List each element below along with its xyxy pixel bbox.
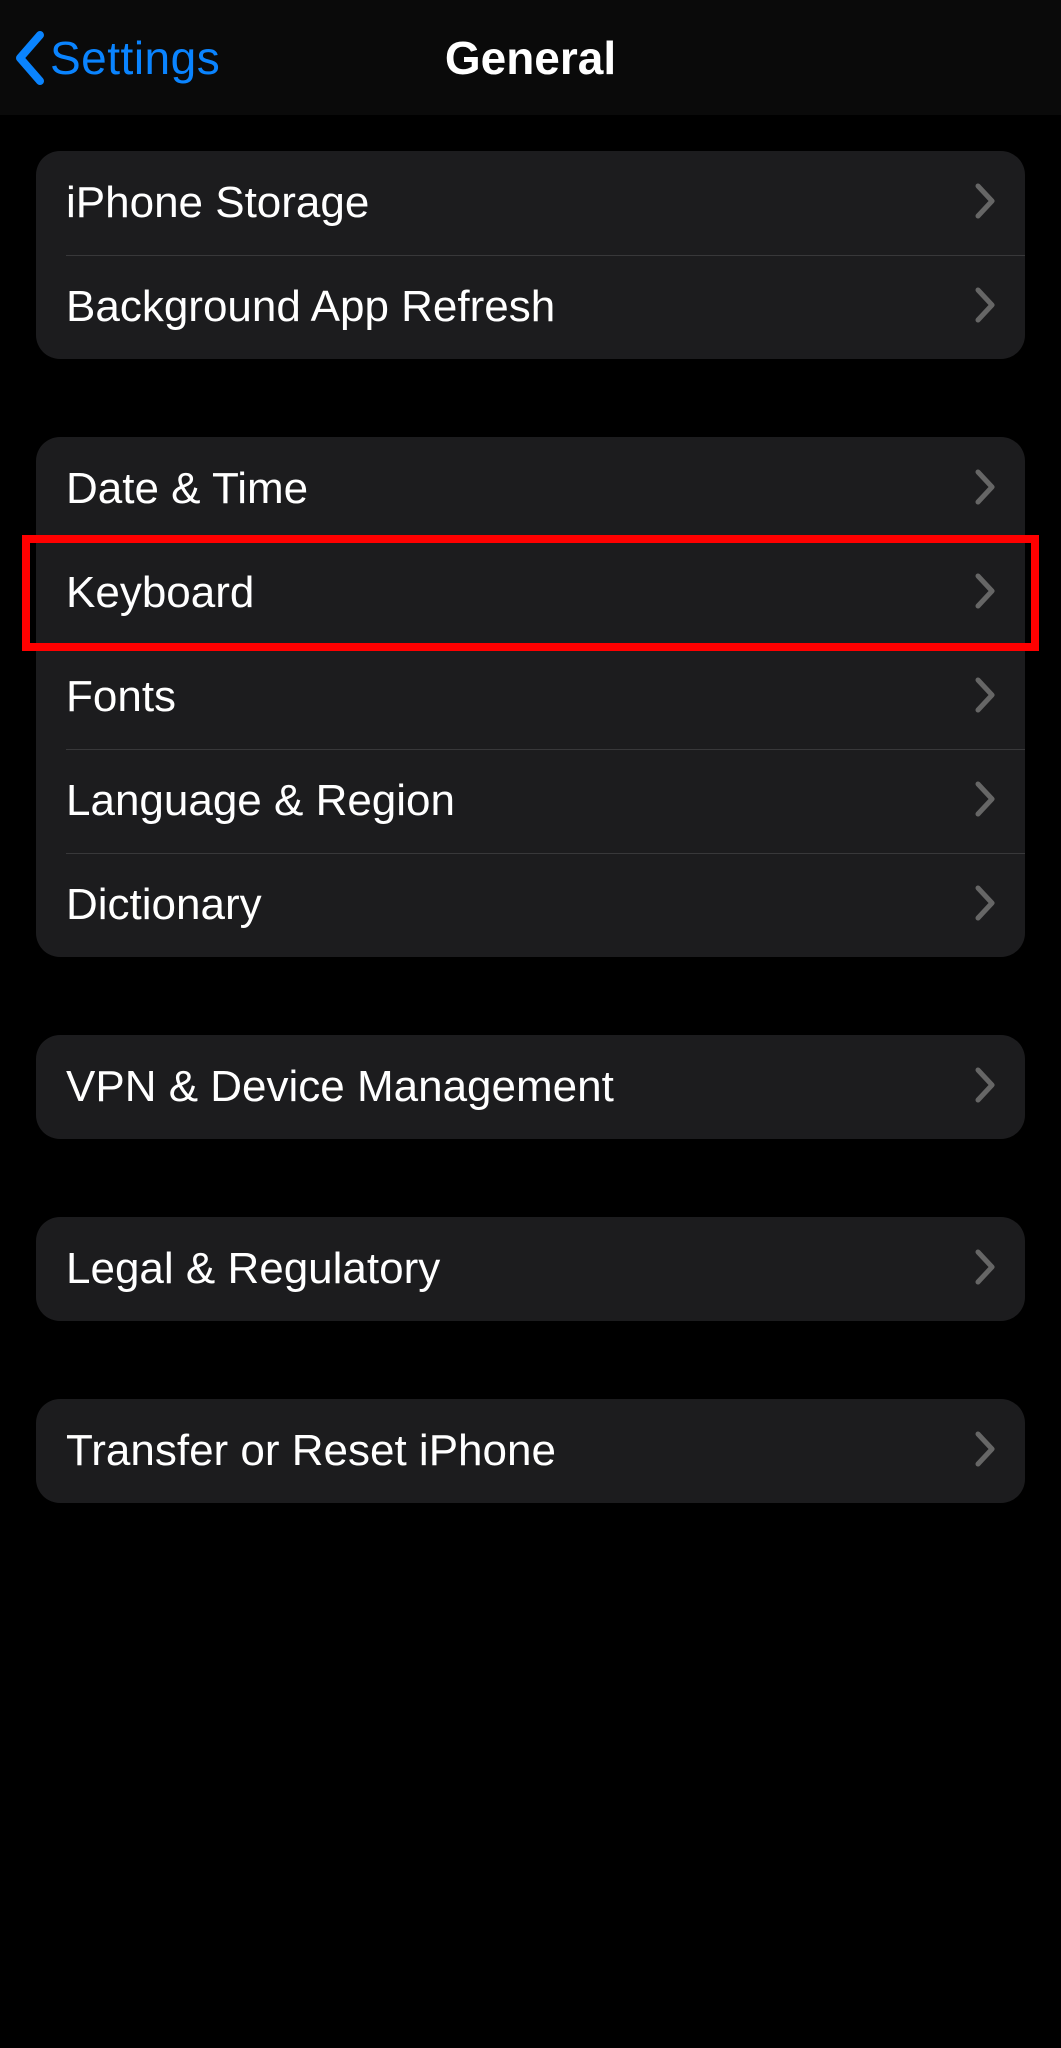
content: iPhone Storage Background App Refresh Da… xyxy=(0,115,1061,1503)
chevron-right-icon xyxy=(975,1249,995,1290)
row-label: Keyboard xyxy=(66,568,975,618)
settings-group: iPhone Storage Background App Refresh xyxy=(36,151,1025,359)
row-label: Legal & Regulatory xyxy=(66,1244,975,1294)
chevron-right-icon xyxy=(975,1431,995,1472)
settings-group: VPN & Device Management xyxy=(36,1035,1025,1139)
row-dictionary[interactable]: Dictionary xyxy=(36,853,1025,957)
chevron-right-icon xyxy=(975,287,995,328)
chevron-left-icon xyxy=(14,31,46,85)
row-vpn-device-management[interactable]: VPN & Device Management xyxy=(36,1035,1025,1139)
chevron-right-icon xyxy=(975,183,995,224)
chevron-right-icon xyxy=(975,573,995,614)
back-button[interactable]: Settings xyxy=(14,0,220,115)
row-legal-regulatory[interactable]: Legal & Regulatory xyxy=(36,1217,1025,1321)
row-label: Date & Time xyxy=(66,464,975,514)
row-label: Transfer or Reset iPhone xyxy=(66,1426,975,1476)
row-label: Language & Region xyxy=(66,776,975,826)
row-background-app-refresh[interactable]: Background App Refresh xyxy=(36,255,1025,359)
chevron-right-icon xyxy=(975,781,995,822)
row-label: Background App Refresh xyxy=(66,282,975,332)
settings-group: Legal & Regulatory xyxy=(36,1217,1025,1321)
chevron-right-icon xyxy=(975,677,995,718)
row-label: Dictionary xyxy=(66,880,975,930)
back-label: Settings xyxy=(50,31,220,85)
row-language-region[interactable]: Language & Region xyxy=(36,749,1025,853)
page-title: General xyxy=(445,31,616,85)
row-date-time[interactable]: Date & Time xyxy=(36,437,1025,541)
row-label: iPhone Storage xyxy=(66,178,975,228)
chevron-right-icon xyxy=(975,1067,995,1108)
navbar: Settings General xyxy=(0,0,1061,115)
row-label: Fonts xyxy=(66,672,975,722)
row-label: VPN & Device Management xyxy=(66,1062,975,1112)
row-fonts[interactable]: Fonts xyxy=(36,645,1025,749)
settings-group: Transfer or Reset iPhone xyxy=(36,1399,1025,1503)
chevron-right-icon xyxy=(975,469,995,510)
row-keyboard[interactable]: Keyboard xyxy=(36,541,1025,645)
settings-group: Date & Time Keyboard Fonts Language & Re… xyxy=(36,437,1025,957)
row-iphone-storage[interactable]: iPhone Storage xyxy=(36,151,1025,255)
row-transfer-reset[interactable]: Transfer or Reset iPhone xyxy=(36,1399,1025,1503)
chevron-right-icon xyxy=(975,885,995,926)
